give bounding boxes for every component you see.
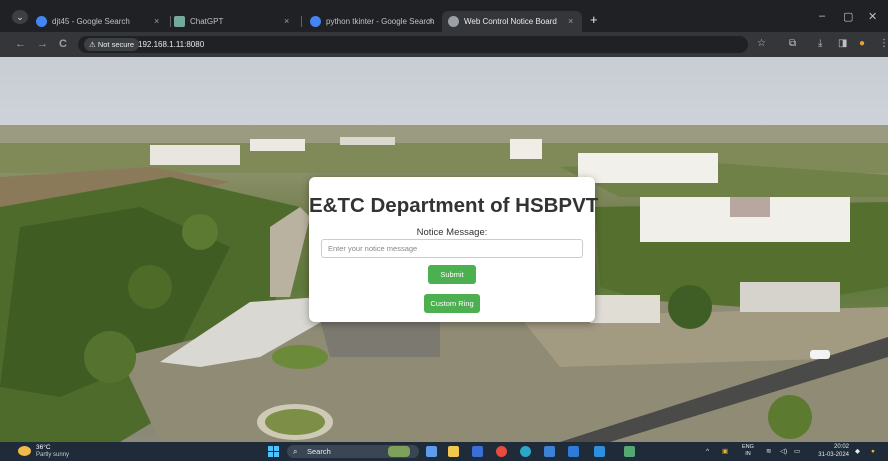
partly-sunny-weather-icon[interactable] (18, 446, 31, 456)
notice-message-input[interactable] (321, 239, 583, 258)
app-l-icon[interactable] (472, 446, 483, 457)
globe-favicon-icon (448, 16, 459, 27)
windows-taskbar: 36°C Partly sunny ⌕ Search ^ ▣ ENG IN ≋ … (0, 442, 888, 461)
tab-title: djt45 - Google Search (52, 17, 130, 26)
google-favicon-icon (310, 16, 321, 27)
language-indicator[interactable]: ENG IN (742, 444, 754, 458)
tab-title: python tkinter - Google Search (326, 17, 435, 26)
tab-python-tkinter-search[interactable]: python tkinter - Google Search × (310, 11, 438, 32)
tab-divider (301, 16, 302, 27)
browser-chrome: ⌄ djt45 - Google Search × ChatGPT × pyth… (0, 0, 888, 57)
tab-close-icon[interactable]: × (428, 11, 433, 32)
edge-icon[interactable] (520, 446, 531, 457)
back-button[interactable]: ← (15, 38, 26, 50)
reload-button[interactable]: C (59, 38, 67, 50)
taskbar-search-label: Search (307, 447, 331, 456)
tab-divider (170, 16, 171, 27)
browser-toolbar: ← → C ⚠ Not secure 192.168.1.11:8080 ☆ ⧉… (0, 32, 888, 57)
copilot-icon[interactable]: ● (871, 442, 875, 461)
bookmark-star-icon[interactable]: ☆ (757, 38, 766, 50)
clock-date: 31-03-2024 (818, 451, 849, 458)
extensions-icon[interactable]: ⧉ (789, 38, 796, 50)
tab-title: ChatGPT (190, 17, 224, 26)
new-tab-button[interactable]: + (590, 13, 598, 26)
clock[interactable]: 20:02 31-03-2024 (809, 444, 849, 459)
tab-djt45-search[interactable]: djt45 - Google Search × (36, 11, 168, 32)
chrome-icon[interactable] (496, 446, 507, 457)
maximize-button[interactable]: ▢ (843, 10, 853, 23)
custom-ring-button[interactable]: Custom Ring (424, 294, 480, 313)
region-code: IN (745, 451, 751, 457)
forward-button[interactable]: → (37, 38, 48, 50)
notice-message-label: Notice Message: (416, 227, 488, 238)
profile-avatar-icon[interactable]: ● (859, 38, 865, 50)
url-text[interactable]: 192.168.1.11:8080 (138, 36, 204, 53)
vscode-icon[interactable] (594, 446, 605, 457)
submit-button[interactable]: Submit (428, 265, 476, 284)
weather-description[interactable]: Partly sunny (36, 452, 69, 459)
address-bar[interactable]: ⚠ Not secure 192.168.1.11:8080 (78, 36, 748, 53)
side-panel-icon[interactable]: ◨ (838, 38, 847, 50)
language-code: ENG (742, 444, 754, 450)
google-favicon-icon (36, 16, 47, 27)
tab-title: Web Control Notice Board (464, 17, 557, 26)
page-viewport: E&TC Department of HSBPVT Notice Message… (0, 57, 888, 442)
security-label: Not secure (97, 40, 135, 49)
chatgpt-favicon-icon (174, 16, 185, 27)
notification-icon[interactable]: ◆ (855, 442, 860, 461)
tab-chatgpt[interactable]: ChatGPT × (174, 11, 296, 32)
notice-board-card: E&TC Department of HSBPVT Notice Message… (309, 177, 599, 322)
wifi-icon[interactable]: ≋ (766, 442, 771, 461)
security-indicator[interactable]: ⚠ Not secure (84, 38, 140, 51)
tab-strip: ⌄ djt45 - Google Search × ChatGPT × pyth… (0, 0, 888, 32)
page-title: E&TC Department of HSBPVT (309, 194, 599, 217)
microsoft-store-icon[interactable] (544, 446, 555, 457)
download-icon[interactable]: ⤓ (818, 38, 822, 50)
volume-icon[interactable]: ◁) (780, 442, 787, 461)
tray-overflow-icon[interactable]: ^ (706, 442, 709, 461)
tab-close-icon[interactable]: × (154, 11, 159, 32)
clock-time: 20:02 (833, 444, 849, 450)
mail-icon[interactable] (568, 446, 579, 457)
tab-close-icon[interactable]: × (568, 11, 573, 32)
close-window-button[interactable]: ✕ (868, 10, 877, 23)
tab-web-control-notice-board[interactable]: Web Control Notice Board × (442, 11, 582, 32)
battery-icon[interactable]: ▭ (794, 442, 800, 461)
task-view-icon[interactable] (426, 446, 437, 457)
tab-close-icon[interactable]: × (284, 11, 289, 32)
tray-app-icon[interactable]: ▣ (722, 442, 728, 461)
search-icon: ⌕ (293, 447, 298, 456)
browser-menu-icon[interactable]: ⋮ (879, 38, 888, 50)
tab-search-button[interactable]: ⌄ (12, 10, 28, 24)
minimize-button[interactable]: – (819, 10, 825, 22)
notepad-icon[interactable] (624, 446, 635, 457)
windows-start-icon[interactable] (268, 446, 279, 457)
warning-icon: ⚠ (89, 40, 96, 49)
file-explorer-icon[interactable] (448, 446, 459, 457)
search-highlights-icon[interactable] (388, 446, 410, 457)
weather-temperature[interactable]: 36°C (36, 444, 51, 451)
